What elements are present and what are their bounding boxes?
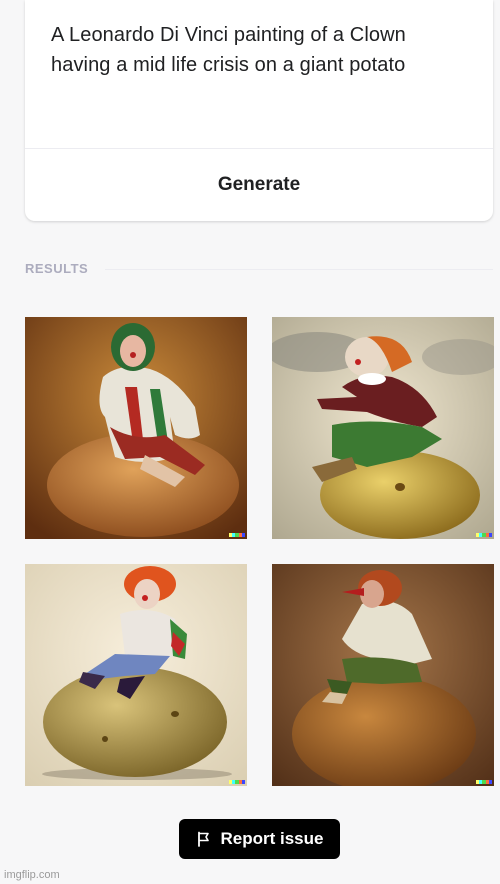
- result-image-4[interactable]: [272, 564, 494, 786]
- clown-painting-3: [25, 564, 247, 786]
- report-issue-button[interactable]: Report issue: [179, 819, 340, 859]
- results-divider: [105, 269, 493, 270]
- clown-painting-4: [272, 564, 494, 786]
- flag-icon: [197, 831, 209, 847]
- generate-button[interactable]: Generate: [25, 149, 493, 221]
- report-issue-label: Report issue: [220, 829, 324, 848]
- result-image-3[interactable]: [25, 564, 247, 786]
- prompt-line-1: A Leonardo Di Vinci painting of a Clown: [51, 24, 406, 46]
- result-image-2[interactable]: [272, 317, 494, 539]
- result-image-1[interactable]: [25, 317, 247, 539]
- signature-mark: [476, 780, 493, 784]
- signature-mark: [229, 780, 246, 784]
- results-header: RESULTS: [25, 261, 493, 277]
- prompt-card: A Leonardo Di Vinci painting of a Clown …: [25, 0, 493, 221]
- clown-painting-2: [272, 317, 494, 539]
- watermark: imgflip.com: [4, 869, 60, 881]
- prompt-input[interactable]: A Leonardo Di Vinci painting of a Clown …: [51, 20, 471, 80]
- clown-painting-1: [25, 317, 247, 539]
- signature-mark: [229, 533, 246, 537]
- results-label: RESULTS: [25, 261, 89, 276]
- prompt-line-2: having a mid life crisis on a giant pota…: [51, 54, 406, 76]
- signature-mark: [476, 533, 493, 537]
